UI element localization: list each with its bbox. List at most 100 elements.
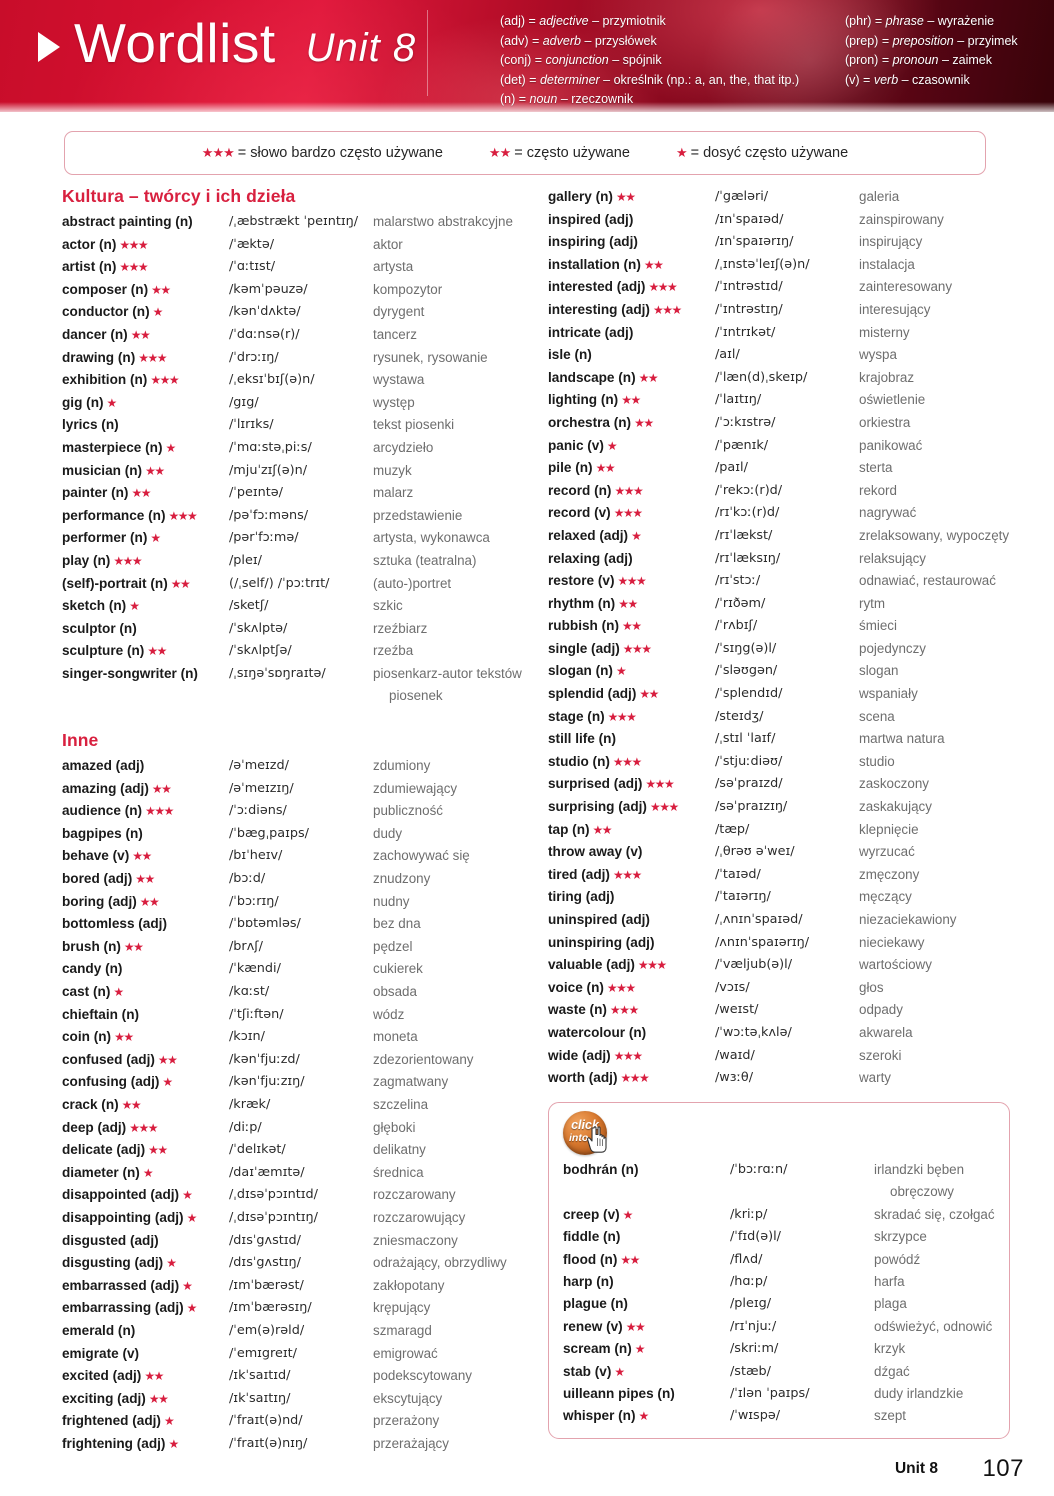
entry-pronunciation: /gɪg/ [229, 394, 259, 410]
abbreviation-legend-left: (adj) = adjective – przymiotnik (adv) = a… [500, 12, 799, 110]
entry-headword: sculptor (n) [62, 620, 137, 636]
star-icon: ★★★ [138, 350, 167, 365]
entry-pronunciation: /ˈtaɪərɪŋ/ [715, 889, 771, 905]
wordlist-entry: bored (adj) ★★ /bɔːd/znudzony [62, 868, 532, 891]
entry-headword: candy (n) [62, 961, 123, 977]
wordlist-entry: record (n) ★★★ /ˈrekɔː(r)d/rekord [548, 480, 1018, 503]
entry-headword: lighting (n) ★★ [548, 392, 641, 408]
abbreviation-right-line: (prep) = preposition – przyimek [845, 32, 1018, 52]
entry-pronunciation: /ɪkˈsaɪtɪŋ/ [229, 1390, 291, 1406]
star-icon: ★★ [592, 822, 613, 837]
abbreviation-legend-right: (phr) = phrase – wyrażenie (prep) = prepo… [845, 12, 1018, 90]
entry-pronunciation: /ˌæbstrækt ˈpeɪntɪŋ/ [229, 214, 359, 229]
wordlist-entry: disgusting (adj) ★ /dɪsˈgʌstɪŋ/odrażający,… [62, 1252, 532, 1275]
abbr-term: conjunction [545, 53, 609, 67]
click-into-box: click into... bodhrán (n) /ˈbɔːrɑːn/irlan… [548, 1102, 1010, 1439]
entry-pronunciation: /ɪnˈspaɪərɪŋ/ [715, 234, 794, 250]
entry-translation: bez dna [373, 916, 421, 932]
abbr-term: preposition [892, 33, 954, 48]
entry-headword: bagpipes (n) [62, 825, 143, 841]
entry-pronunciation: /ˈɔːkɪstrə/ [715, 414, 776, 430]
star-icon: ★★ [123, 939, 144, 954]
wordlist-entry: amazing (adj) ★★ /əˈmeɪzɪŋ/zdumiewający [62, 778, 532, 801]
entry-headword: disgusted (adj) [62, 1232, 159, 1248]
star-icon: ★★★ [645, 777, 674, 792]
entry-translation: obsada [373, 984, 417, 999]
click-into-badge[interactable]: click into... [563, 1111, 611, 1159]
entry-translation: tekst piosenki [373, 417, 455, 433]
entry-pronunciation: /ˈrekɔː(r)d/ [715, 482, 783, 498]
wordlist-entry: amazed (adj) /əˈmeɪzd/zdumiony [62, 755, 532, 778]
abbr-translation: – przyimek [953, 33, 1018, 48]
wordlist-entry: brush (n) ★★ /brʌʃ/pędzel [62, 936, 532, 959]
wordlist-entry: disappointing (adj) ★ /ˌdɪsəˈpɔɪntɪŋ/rozcz… [62, 1207, 532, 1230]
entry-pronunciation: /ˈrʌbɪʃ/ [715, 618, 758, 634]
entry-headword: inspired (adj) [548, 211, 634, 227]
star-icon: ★★★ [649, 800, 679, 815]
entry-pronunciation: /ˌɪnstəˈleɪʃ(ə)n/ [715, 256, 810, 272]
entry-translation: artysta [373, 259, 414, 275]
abbreviation-left-line: (adj) = adjective – przymiotnik [500, 12, 799, 32]
star-icon: ★★★ [607, 709, 637, 724]
page-header: Wordlist Unit 8 (adj) = adjective – przy… [0, 0, 1054, 112]
star-icon: ★ [606, 438, 618, 453]
entry-translation: szept [874, 1408, 907, 1424]
entry-translation: rysunek, rysowanie [373, 349, 488, 365]
star-icon: ★★★ [606, 980, 636, 995]
entry-translation: nagrywać [859, 505, 917, 521]
entry-pronunciation: /wɜːθ/ [715, 1070, 754, 1086]
entry-headword: sculpture (n) ★★ [62, 643, 167, 659]
wordlist-entry: uilleann pipes (n) /ˈɪlən ˈpaɪps/dudy irl… [563, 1383, 995, 1405]
star-icon: ★ [638, 1409, 650, 1424]
wordlist-entry: plague (n) /pleɪg/plaga [563, 1293, 995, 1315]
entry-pronunciation: /skriːm/ [730, 1341, 779, 1357]
entry-headword: orchestra (n) ★★ [548, 414, 654, 430]
entry-pronunciation: /ˈlaɪtɪŋ/ [715, 392, 762, 408]
wordlist-entry: emerald (n) /ˈem(ə)rəld/szmaragd [62, 1320, 532, 1343]
entry-pronunciation: /pərˈfɔːmə/ [229, 530, 299, 546]
star-icon: ★★★ [648, 280, 677, 295]
entry-translation: dyrygent [373, 304, 425, 320]
wordlist-entry: pile (n) ★★ /paɪl/sterta [548, 457, 1018, 480]
entry-headword: relaxing (adj) [548, 550, 633, 566]
entry-headword: voice (n) ★★★ [548, 979, 636, 995]
star-icon: ★★ [144, 1369, 164, 1384]
wordlist-entry: deep (adj) ★★★ /diːp/głęboki [62, 1117, 532, 1140]
entry-translation: malarstwo abstrakcyjne [373, 214, 513, 229]
page-title: Wordlist [74, 12, 276, 74]
wordlist-entry: splendid (adj) ★★ /ˈsplendɪd/wspaniały [548, 683, 1018, 706]
entry-translation: (auto-)portret [373, 575, 452, 591]
section-title-inne: Inne [62, 730, 99, 751]
entry-pronunciation: /ˈgæləri/ [715, 189, 769, 204]
entry-translation: zniesmaczony [373, 1232, 458, 1248]
entry-headword: brush (n) ★★ [62, 938, 144, 954]
entry-translation: odświeżyć, odnowić [874, 1318, 993, 1334]
star-icon: ★★ [151, 282, 171, 297]
entry-headword: disgusting (adj) ★ [62, 1255, 177, 1271]
entry-headword: slogan (n) ★ [548, 663, 627, 679]
wordlist-entry: whisper (n) ★ /ˈwɪspə/szept [563, 1405, 995, 1427]
abbr-translation: – zaimek [938, 53, 992, 67]
star-icon: ★ [182, 1188, 193, 1203]
entry-pronunciation: /ˈsləʊgən/ [715, 663, 778, 679]
entry-translation: przerażony [373, 1413, 440, 1429]
wordlist-inne: amazed (adj) /əˈmeɪzd/zdumiony amazing (ad… [62, 755, 532, 1455]
entry-headword: emerald (n) [62, 1322, 136, 1338]
right-column: gallery (n) ★★ /ˈgæləri/galeria inspired (a… [548, 186, 1018, 1090]
entry-headword: singer-songwriter (n) [62, 665, 198, 681]
wordlist-entry: interesting (adj) ★★★ /ˈɪntrəstɪŋ/interesu… [548, 299, 1018, 322]
star-icon: ★ [113, 985, 124, 999]
entry-translation: galeria [859, 189, 900, 204]
entry-translation: nudny [373, 893, 410, 909]
entry-pronunciation: /pleɪ/ [229, 552, 262, 568]
wordlist-entry: masterpiece (n) ★ /ˈmɑːstəˌpiːs/arcydzieło [62, 437, 532, 460]
wordlist-entry: cast (n) ★ /kɑːst/obsada [62, 981, 532, 1004]
entry-pronunciation: /səˈpraɪzd/ [715, 776, 783, 792]
star-icon: ★★★ [637, 958, 667, 973]
entry-translation: powódź [874, 1251, 921, 1267]
entry-pronunciation: /ˈem(ə)rəld/ [229, 1322, 305, 1338]
entry-headword: cast (n) ★ [62, 984, 124, 999]
entry-headword: valuable (adj) ★★★ [548, 957, 667, 973]
wordlist-entry: performance (n) ★★★ /pəˈfɔːməns/przedstawi… [62, 505, 532, 528]
abbr-term: determiner [539, 72, 600, 87]
